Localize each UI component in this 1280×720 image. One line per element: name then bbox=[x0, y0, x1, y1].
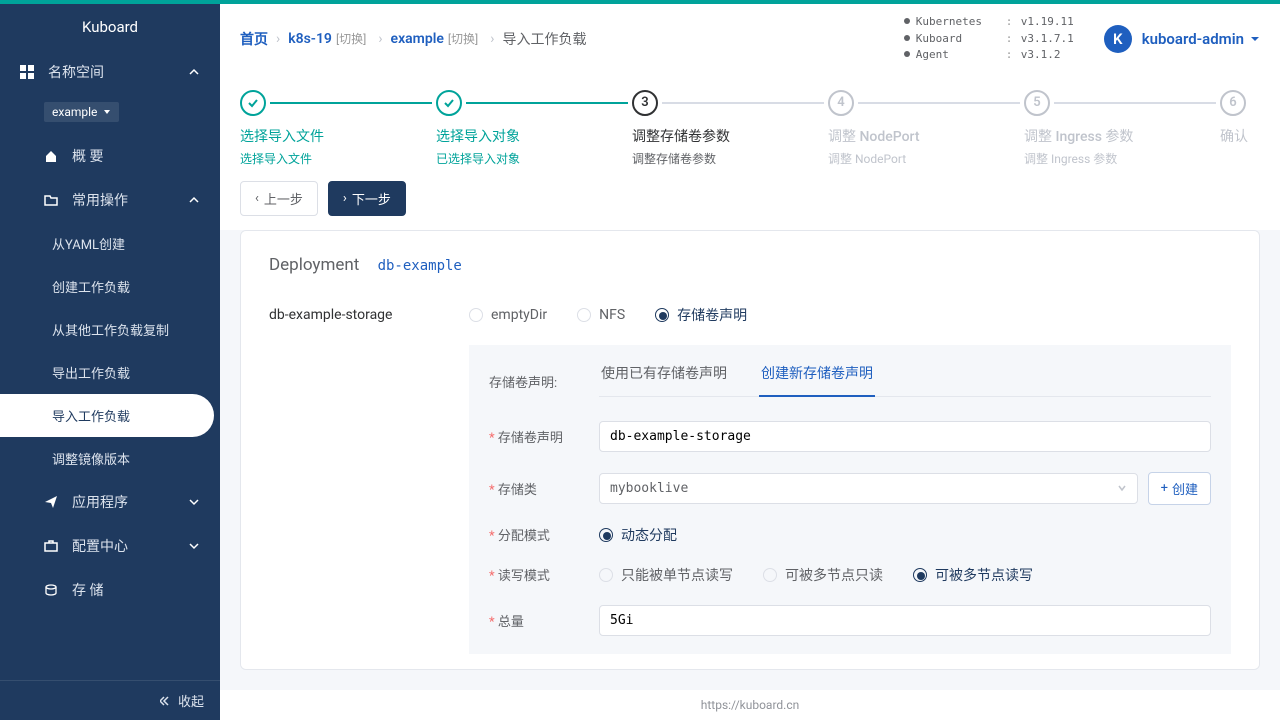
menu-common-ops[interactable]: 常用操作 bbox=[0, 178, 220, 222]
wizard-nav: ‹上一步 ›下一步 bbox=[220, 167, 1280, 230]
step-2: 选择导入对象已选择导入对象 bbox=[436, 90, 632, 167]
step-5: 5 调整 Ingress 参数调整 Ingress 参数 bbox=[1024, 90, 1220, 167]
input-total[interactable] bbox=[599, 605, 1211, 636]
label-pvc-name: 存储卷声明 bbox=[489, 427, 599, 446]
chevron-left-icon: ‹ bbox=[255, 191, 259, 206]
menu-overview[interactable]: 概 要 bbox=[0, 134, 220, 178]
step-4: 4 调整 NodePort调整 NodePort bbox=[828, 90, 1024, 167]
menu-config-center[interactable]: 配置中心 bbox=[0, 524, 220, 568]
chevron-up-icon bbox=[188, 194, 200, 206]
check-icon bbox=[436, 90, 462, 116]
create-storage-class-button[interactable]: +创建 bbox=[1148, 472, 1211, 505]
chevron-down-icon bbox=[1117, 483, 1127, 493]
check-icon bbox=[240, 90, 266, 116]
send-icon bbox=[44, 495, 62, 509]
chevron-down-icon bbox=[188, 496, 200, 508]
radio-emptydir[interactable]: emptyDir bbox=[469, 305, 547, 325]
radio-nfs[interactable]: NFS bbox=[577, 305, 625, 325]
page-footer: https://kuboard.cn bbox=[220, 690, 1280, 720]
caret-down-icon bbox=[103, 108, 111, 116]
switch-cluster[interactable]: [切换] bbox=[336, 30, 366, 47]
namespace-selector[interactable]: example bbox=[44, 102, 119, 122]
briefcase-icon bbox=[44, 539, 62, 553]
step-6: 6 确认 bbox=[1220, 90, 1260, 167]
step-1: 选择导入文件选择导入文件 bbox=[240, 90, 436, 167]
label-storage-class: 存储类 bbox=[489, 479, 599, 498]
caret-down-icon bbox=[1250, 34, 1260, 44]
tab-create-pvc[interactable]: 创建新存储卷声明 bbox=[759, 363, 875, 397]
plus-icon: + bbox=[1161, 481, 1168, 496]
pvc-section-label: 存储卷声明: bbox=[489, 372, 599, 391]
sidebar: Kuboard 名称空间 example 概 要 常用操作 bbox=[0, 4, 220, 720]
tab-existing-pvc[interactable]: 使用已有存储卷声明 bbox=[599, 363, 729, 396]
app-logo: Kuboard bbox=[0, 4, 220, 50]
folder-icon bbox=[44, 193, 62, 207]
profile-dropdown[interactable]: K kuboard-admin bbox=[1104, 25, 1260, 53]
label-alloc-mode: 分配模式 bbox=[489, 525, 599, 544]
breadcrumb-current: 导入工作负载 bbox=[502, 29, 586, 49]
submenu-import-workload[interactable]: 导入工作负载 bbox=[0, 394, 214, 437]
prev-button[interactable]: ‹上一步 bbox=[240, 181, 318, 216]
volume-type-group: emptyDir NFS 存储卷声明 bbox=[469, 305, 747, 325]
page-header: 首页 › k8s-19 [切换] › example [切换] › 导入工作负载… bbox=[220, 4, 1280, 80]
volume-name: db-example-storage bbox=[269, 307, 469, 323]
chevron-up-icon bbox=[188, 66, 200, 78]
submenu-yaml-create[interactable]: 从YAML创建 bbox=[0, 222, 220, 265]
breadcrumb-cluster[interactable]: k8s-19 bbox=[288, 31, 332, 47]
breadcrumb: 首页 › k8s-19 [切换] › example [切换] › 导入工作负载 bbox=[240, 29, 586, 49]
submenu-create-workload[interactable]: 创建工作负载 bbox=[0, 265, 220, 308]
radio-dynamic-alloc[interactable]: 动态分配 bbox=[599, 525, 677, 545]
home-icon bbox=[44, 149, 62, 163]
version-info: Kubernetes:v1.19.11 Kuboard:v3.1.7.1 Age… bbox=[904, 14, 1074, 64]
grid-icon bbox=[20, 65, 38, 79]
submenu-adjust-image[interactable]: 调整镜像版本 bbox=[0, 437, 220, 480]
input-pvc-name[interactable] bbox=[599, 421, 1211, 452]
menu-namespace[interactable]: 名称空间 bbox=[0, 50, 220, 94]
submenu-copy-workload[interactable]: 从其他工作负载复制 bbox=[0, 308, 220, 351]
collapse-icon bbox=[160, 695, 172, 707]
next-button[interactable]: ›下一步 bbox=[328, 181, 406, 216]
switch-namespace[interactable]: [切换] bbox=[448, 30, 478, 47]
chevron-right-icon: › bbox=[343, 191, 347, 206]
pvc-subform: 存储卷声明: 使用已有存储卷声明 创建新存储卷声明 存储卷声明 存储类 mybo… bbox=[469, 345, 1231, 654]
menu-storage[interactable]: 存 储 bbox=[0, 568, 220, 612]
avatar: K bbox=[1104, 25, 1132, 53]
radio-rox[interactable]: 可被多节点只读 bbox=[763, 565, 883, 585]
breadcrumb-home[interactable]: 首页 bbox=[240, 29, 268, 49]
breadcrumb-namespace[interactable]: example bbox=[391, 31, 444, 47]
radio-rwo[interactable]: 只能被单节点读写 bbox=[599, 565, 733, 585]
wizard-steps: 选择导入文件选择导入文件 选择导入对象已选择导入对象 3 调整存储卷参数调整存储… bbox=[220, 80, 1280, 167]
step-3: 3 调整存储卷参数调整存储卷参数 bbox=[632, 90, 828, 167]
deployment-panel: Deployment db-example db-example-storage… bbox=[240, 230, 1260, 671]
menu-applications[interactable]: 应用程序 bbox=[0, 480, 220, 524]
radio-pvc[interactable]: 存储卷声明 bbox=[655, 305, 747, 325]
select-storage-class[interactable]: mybooklive bbox=[599, 473, 1138, 504]
panel-title: Deployment db-example bbox=[269, 255, 1231, 275]
radio-rwx[interactable]: 可被多节点读写 bbox=[913, 565, 1033, 585]
database-icon bbox=[44, 583, 62, 597]
pvc-tabs: 使用已有存储卷声明 创建新存储卷声明 bbox=[599, 363, 1211, 397]
chevron-down-icon bbox=[188, 540, 200, 552]
submenu-export-workload[interactable]: 导出工作负载 bbox=[0, 351, 220, 394]
label-total: 总量 bbox=[489, 611, 599, 630]
sidebar-collapse[interactable]: 收起 bbox=[0, 680, 220, 720]
label-access-mode: 读写模式 bbox=[489, 565, 599, 584]
